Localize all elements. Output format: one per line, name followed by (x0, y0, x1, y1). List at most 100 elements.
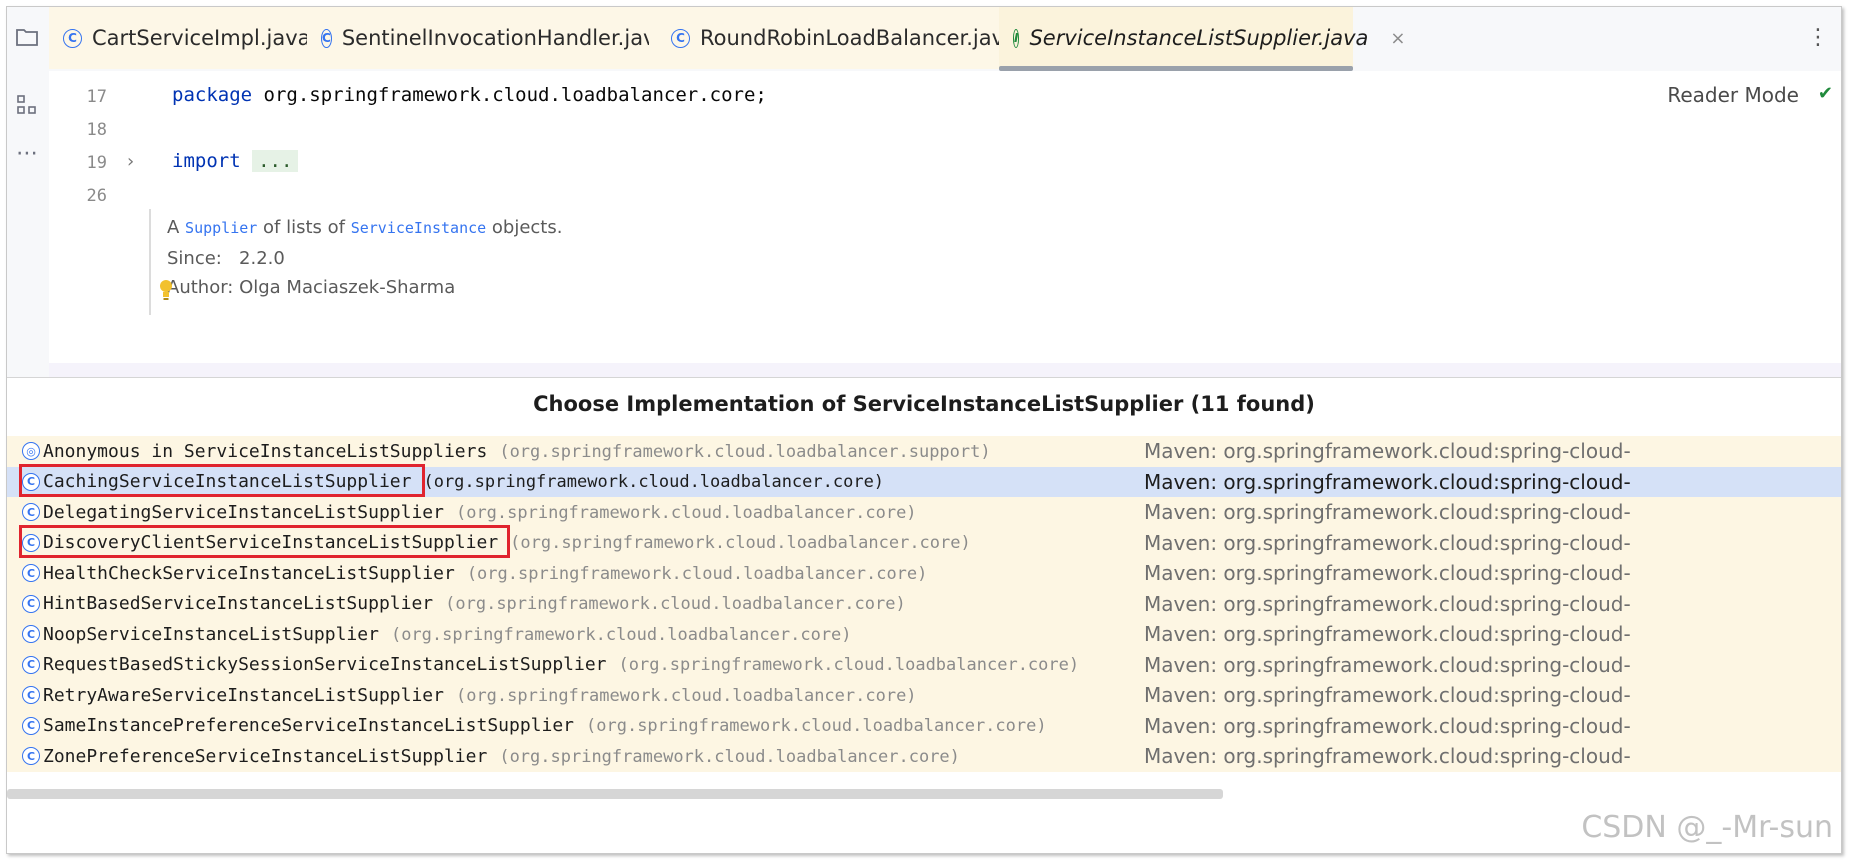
item-name: DelegatingServiceInstanceListSupplier (43, 501, 444, 523)
class-icon: C (22, 747, 40, 766)
line-number: 18 (86, 120, 107, 140)
tab-round-robin-load-balancer[interactable]: C RoundRobinLoadBalancer.java (649, 7, 1017, 69)
item-package: (org.springframework.cloud.loadbalancer.… (455, 685, 917, 706)
more-tools-icon[interactable]: ⋯ (11, 137, 43, 169)
tab-label: RoundRobinLoadBalancer.java (700, 26, 1017, 50)
structure-icon[interactable] (11, 89, 43, 121)
tab-cart-service-impl[interactable]: C CartServiceImpl.java (49, 7, 319, 69)
item-package: (org.springframework.cloud.loadbalancer.… (445, 594, 906, 615)
item-package: (org.springframework.cloud.loadbalancer.… (618, 655, 1080, 676)
doc-link-supplier[interactable]: Supplier (185, 219, 257, 237)
code-line: package org.springframework.cloud.loadba… (172, 84, 767, 106)
code-text: org.springframework.cloud.loadbalancer.c… (252, 84, 767, 106)
horizontal-scrollbar[interactable] (7, 789, 1223, 799)
class-icon: C (22, 686, 40, 705)
item-package: (org.springframework.cloud.loadbalancer.… (510, 533, 971, 554)
tab-sentinel-invocation-handler[interactable]: C SentinelInvocationHandler.java (307, 7, 668, 69)
item-name: RetryAwareServiceInstanceListSupplier (43, 684, 444, 706)
list-item[interactable]: C DiscoveryClientServiceInstanceListSupp… (7, 527, 1841, 558)
item-source: Maven: org.springframework.cloud:spring-… (1144, 500, 1631, 525)
item-source: Maven: org.springframework.cloud:spring-… (1144, 713, 1631, 738)
class-icon: C (321, 28, 332, 48)
item-source: Maven: org.springframework.cloud:spring-… (1144, 652, 1631, 677)
list-item[interactable]: C HintBasedServiceInstanceListSupplier (o… (7, 588, 1841, 619)
list-item[interactable]: ◎ Anonymous in ServiceInstanceListSuppli… (7, 436, 1841, 467)
keyword: package (172, 84, 253, 106)
javadoc-block: A Supplier of lists of ServiceInstance o… (149, 209, 1667, 315)
class-icon: C (22, 625, 40, 644)
code-editor[interactable]: 17 18 19 26 › package org.springframewor… (49, 71, 1841, 379)
list-item[interactable]: C RequestBasedStickySessionServiceInstan… (7, 649, 1841, 680)
popup-title: Choose Implementation of ServiceInstance… (7, 378, 1841, 430)
item-source: Maven: org.springframework.cloud:spring-… (1144, 561, 1631, 586)
line-number: 17 (86, 87, 107, 107)
folded-imports[interactable]: ... (252, 150, 299, 172)
checkmark-icon: ✔ (1817, 83, 1833, 104)
class-icon: C (22, 655, 40, 674)
project-folder-icon[interactable] (11, 21, 43, 53)
list-item[interactable]: C HealthCheckServiceInstanceListSupplier… (7, 558, 1841, 589)
class-icon: C (22, 533, 40, 552)
line-number: 19 (86, 153, 107, 173)
tab-label: SentinelInvocationHandler.java (341, 26, 669, 50)
doc-since: Since: 2.2.0 (167, 248, 285, 269)
tab-service-instance-list-supplier[interactable]: I ServiceInstanceListSupplier.java × (999, 7, 1405, 71)
item-source: Maven: org.springframework.cloud:spring-… (1144, 530, 1631, 555)
list-item[interactable]: C ZonePreferenceServiceInstanceListSuppl… (7, 741, 1841, 772)
item-name: DiscoveryClientServiceInstanceListSuppli… (43, 532, 499, 554)
item-source: Maven: org.springframework.cloud:spring-… (1144, 744, 1631, 769)
item-package: (org.springframework.cloud.loadbalancer.… (455, 502, 917, 523)
item-package: (org.springframework.cloud.loadbalancer.… (499, 441, 991, 462)
tab-options-icon[interactable]: ⋮ (1807, 25, 1829, 50)
code-line: import ... (172, 150, 299, 172)
item-source: Maven: org.springframework.cloud:spring-… (1144, 439, 1631, 464)
keyword: import (172, 150, 241, 172)
class-icon: C (22, 594, 40, 613)
item-source: Maven: org.springframework.cloud:spring-… (1144, 622, 1631, 647)
class-icon: C (63, 28, 82, 48)
line-number: 26 (86, 186, 107, 206)
item-name: ZonePreferenceServiceInstanceListSupplie… (43, 745, 488, 767)
item-name: NoopServiceInstanceListSupplier (43, 623, 379, 645)
list-item-selected[interactable]: C CachingServiceInstanceListSupplier (org… (7, 466, 1841, 497)
ide-window: ⋯ C CartServiceImpl.java C SentinelInvoc… (6, 6, 1842, 854)
item-name: SameInstancePreferenceServiceInstanceLis… (43, 715, 575, 737)
item-source: Maven: org.springframework.cloud:spring-… (1144, 591, 1631, 616)
list-item[interactable]: C RetryAwareServiceInstanceListSupplier (… (7, 680, 1841, 711)
fold-chevron-icon[interactable]: › (127, 151, 134, 172)
class-icon: C (22, 716, 40, 735)
lightbulb-icon[interactable] (159, 279, 173, 301)
anonymous-class-icon: ◎ (22, 442, 40, 461)
class-icon: C (22, 472, 40, 491)
item-name: HealthCheckServiceInstanceListSupplier (43, 562, 455, 584)
close-icon[interactable]: × (1390, 28, 1405, 49)
tab-label: ServiceInstanceListSupplier.java (1029, 26, 1369, 50)
watermark: CSDN @_-Mr-sun (1581, 810, 1833, 845)
item-name: Anonymous in ServiceInstanceListSupplier… (43, 440, 488, 462)
list-item[interactable]: C NoopServiceInstanceListSupplier (org.sp… (7, 619, 1841, 650)
item-package: (org.springframework.cloud.loadbalancer.… (466, 563, 928, 584)
list-item[interactable]: C SameInstancePreferenceServiceInstanceL… (7, 710, 1841, 741)
item-package: (org.springframework.cloud.loadbalancer.… (423, 472, 885, 493)
item-package: (org.springframework.cloud.loadbalancer.… (586, 716, 1047, 737)
item-name: RequestBasedStickySessionServiceInstance… (43, 654, 607, 676)
doc-link-service-instance[interactable]: ServiceInstance (351, 219, 486, 237)
line-gutter: 17 18 19 26 › (49, 71, 157, 377)
item-source: Maven: org.springframework.cloud:spring-… (1144, 683, 1631, 708)
reader-mode-button[interactable]: Reader Mode (1667, 83, 1799, 107)
item-source: Maven: org.springframework.cloud:spring-… (1144, 469, 1631, 494)
class-icon: C (671, 28, 690, 48)
item-package: (org.springframework.cloud.loadbalancer.… (390, 624, 852, 645)
interface-icon: I (1013, 28, 1020, 48)
tool-window-strip: ⋯ (7, 7, 50, 377)
choose-implementation-popup: Choose Implementation of ServiceInstance… (7, 377, 1841, 853)
list-item[interactable]: C DelegatingServiceInstanceListSupplier (… (7, 497, 1841, 528)
doc-author: Author: Olga Maciaszek-Sharma (167, 277, 456, 298)
item-package: (org.springframework.cloud.loadbalancer.… (499, 746, 960, 767)
editor-tab-bar: C CartServiceImpl.java C SentinelInvocat… (49, 7, 1841, 72)
tab-label: CartServiceImpl.java (92, 26, 311, 50)
doc-summary: A Supplier of lists of ServiceInstance o… (167, 217, 563, 238)
class-icon: C (22, 564, 40, 583)
item-name: CachingServiceInstanceListSupplier (43, 471, 412, 493)
class-icon: C (22, 503, 40, 522)
